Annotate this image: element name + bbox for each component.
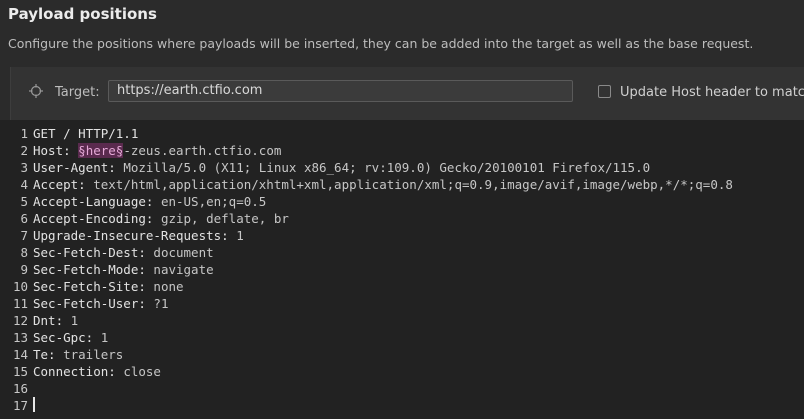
line-content: Host: §here§-zeus.earth.ctfio.com <box>33 142 281 159</box>
header-name: Accept-Language: <box>33 194 154 209</box>
header-name: Sec-Fetch-Mode: <box>33 262 146 277</box>
editor-line[interactable]: 5 Accept-Language: en-US,en;q=0.5 <box>0 193 804 210</box>
header-value: close <box>123 364 161 379</box>
editor-line[interactable]: 10 Sec-Fetch-Site: none <box>0 278 804 295</box>
header-value: ?1 <box>153 296 169 311</box>
editor-line[interactable]: 7 Upgrade-Insecure-Requests: 1 <box>0 227 804 244</box>
header-value: document <box>153 245 214 260</box>
line-content: Dnt: 1 <box>33 312 78 329</box>
editor-line[interactable]: 11 Sec-Fetch-User: ?1 <box>0 295 804 312</box>
editor-line[interactable]: 3 User-Agent: Mozilla/5.0 (X11; Linux x86… <box>0 159 804 176</box>
header-name: Connection: <box>33 364 116 379</box>
editor-line[interactable]: 13 Sec-Gpc: 1 <box>0 329 804 346</box>
header-name: Sec-Gpc: <box>33 330 94 345</box>
header-name: Dnt: <box>33 313 64 328</box>
editor-line[interactable]: 17 <box>0 397 804 414</box>
header-value: text/html,application/xhtml+xml,applicat… <box>93 177 733 192</box>
line-number: 9 <box>20 262 28 277</box>
header-name: Sec-Fetch-Dest: <box>33 245 146 260</box>
payload-position-marker[interactable]: §here§ <box>78 143 124 158</box>
target-label: Target: <box>55 85 100 100</box>
line-content: Sec-Fetch-User: ?1 <box>33 295 168 312</box>
header-value: navigate <box>153 262 214 277</box>
header-name: Accept: <box>33 177 86 192</box>
editor-line[interactable]: 6 Accept-Encoding: gzip, deflate, br <box>0 210 804 227</box>
line-number: 7 <box>20 228 28 243</box>
header-value: none <box>153 279 184 294</box>
line-number: 11 <box>12 296 28 311</box>
header-value: trailers <box>63 347 124 362</box>
line-content: Connection: close <box>33 363 161 380</box>
editor-line[interactable]: 1 GET / HTTP/1.1 <box>0 125 804 142</box>
header-value: 1 <box>100 330 109 345</box>
line-number: 10 <box>12 279 28 294</box>
header-value: -zeus.earth.ctfio.com <box>123 143 282 158</box>
editor-line[interactable]: 12 Dnt: 1 <box>0 312 804 329</box>
line-number: 6 <box>20 211 28 226</box>
update-host-header-label[interactable]: Update Host header to match t <box>620 85 804 100</box>
section-description: Configure the positions where payloads w… <box>8 36 754 51</box>
editor-line[interactable]: 2 Host: §here§-zeus.earth.ctfio.com <box>0 142 804 159</box>
line-number: 3 <box>20 160 28 175</box>
line-content: Sec-Fetch-Mode: navigate <box>33 261 214 278</box>
header-value: en-US,en;q=0.5 <box>160 194 267 209</box>
header-name: Te: <box>33 347 56 362</box>
header-value: 1 <box>236 228 244 243</box>
editor-line[interactable]: 4 Accept: text/html,application/xhtml+xml… <box>0 176 804 193</box>
target-bar: Target: https://earth.ctfio.com Update H… <box>10 67 804 120</box>
line-number: 15 <box>12 364 28 379</box>
header-value: Mozilla/5.0 (X11; Linux x86_64; rv:109.0… <box>123 160 651 175</box>
line-number: 14 <box>12 347 28 362</box>
line-number: 17 <box>12 398 28 413</box>
crosshair-icon <box>29 84 43 98</box>
header-name: Upgrade-Insecure-Requests: <box>33 228 229 243</box>
line-number: 4 <box>20 177 28 192</box>
line-content: Sec-Fetch-Site: none <box>33 278 184 295</box>
line-content: Accept-Language: en-US,en;q=0.5 <box>33 193 266 210</box>
line-number: 16 <box>12 381 28 396</box>
text-cursor <box>33 397 35 412</box>
editor-line[interactable]: 14 Te: trailers <box>0 346 804 363</box>
section-title: Payload positions <box>8 5 157 23</box>
line-number: 1 <box>20 126 28 141</box>
line-content: Sec-Gpc: 1 <box>33 329 108 346</box>
request-editor[interactable]: 1 GET / HTTP/1.1 2 Host: §here§-zeus.earth.… <box>0 120 804 419</box>
line-content: User-Agent: Mozilla/5.0 (X11; Linux x86_… <box>33 159 650 176</box>
line-content: Te: trailers <box>33 346 123 363</box>
line-content: Sec-Fetch-Dest: document <box>33 244 214 261</box>
payload-positions-header: Payload positions Configure the position… <box>0 0 804 66</box>
line-content: GET / HTTP/1.1 <box>33 125 138 142</box>
update-host-header-checkbox[interactable] <box>598 85 611 98</box>
editor-line[interactable]: 15 Connection: close <box>0 363 804 380</box>
header-value: gzip, deflate, br <box>160 211 289 226</box>
header-name: Sec-Fetch-Site: <box>33 279 146 294</box>
header-name: Accept-Encoding: <box>33 211 154 226</box>
header-name: Host: <box>33 143 71 158</box>
editor-line[interactable]: 9 Sec-Fetch-Mode: navigate <box>0 261 804 278</box>
line-number: 8 <box>20 245 28 260</box>
line-number: 2 <box>20 143 28 158</box>
line-content: Accept: text/html,application/xhtml+xml,… <box>33 176 733 193</box>
line-number: 5 <box>20 194 28 209</box>
header-name: GET / HTTP/1.1 <box>33 126 139 141</box>
line-number: 12 <box>12 313 28 328</box>
line-content: Upgrade-Insecure-Requests: 1 <box>33 227 244 244</box>
header-value: 1 <box>70 313 79 328</box>
header-name: User-Agent: <box>33 160 116 175</box>
editor-line[interactable]: 8 Sec-Fetch-Dest: document <box>0 244 804 261</box>
line-content: Accept-Encoding: gzip, deflate, br <box>33 210 289 227</box>
header-name: Sec-Fetch-User: <box>33 296 146 311</box>
target-url-input[interactable]: https://earth.ctfio.com <box>108 80 573 102</box>
line-number: 13 <box>12 330 28 345</box>
editor-line[interactable]: 16 <box>0 380 804 397</box>
